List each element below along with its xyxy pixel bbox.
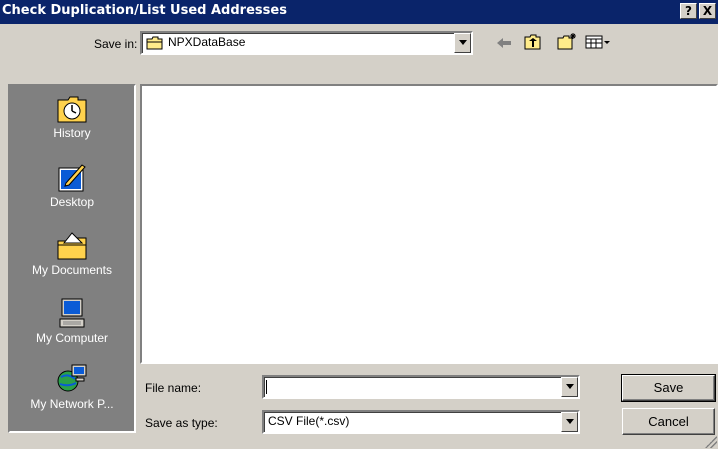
my-computer-icon xyxy=(56,297,88,329)
save-dialog: Check Duplication/List Used Addresses ? … xyxy=(0,0,718,449)
file-list[interactable] xyxy=(140,84,718,364)
save-in-dropdown-arrow[interactable] xyxy=(454,33,471,53)
place-label-history: History xyxy=(53,126,91,140)
back-arrow-icon[interactable] xyxy=(495,36,513,53)
places-bar: History Desktop My Documents My Computer… xyxy=(8,84,136,433)
save-in-value: NPXDataBase xyxy=(168,35,246,49)
title-bar[interactable]: Check Duplication/List Used Addresses ? … xyxy=(0,0,718,24)
place-history[interactable]: History xyxy=(10,92,134,140)
desktop-icon xyxy=(56,161,88,193)
file-name-label: File name: xyxy=(145,381,202,395)
cancel-button[interactable]: Cancel xyxy=(622,408,715,435)
place-label-desktop: Desktop xyxy=(49,195,95,209)
history-icon xyxy=(56,92,88,124)
place-desktop[interactable]: Desktop xyxy=(10,161,134,209)
view-menu-icon[interactable] xyxy=(585,35,611,52)
save-as-type-dropdown-arrow[interactable] xyxy=(561,412,578,432)
my-network-places-icon xyxy=(56,363,88,395)
place-my-network-places[interactable]: My Network P... xyxy=(10,363,134,411)
new-folder-icon[interactable] xyxy=(557,32,577,53)
save-as-type-label: Save as type: xyxy=(145,416,218,430)
up-folder-icon[interactable] xyxy=(524,34,542,53)
save-as-type-dropdown[interactable]: CSV File(*.csv) xyxy=(262,410,580,434)
file-name-input[interactable] xyxy=(262,375,580,399)
file-name-dropdown-arrow[interactable] xyxy=(561,377,578,397)
help-button[interactable]: ? xyxy=(680,3,697,19)
save-in-dropdown[interactable]: NPXDataBase xyxy=(140,31,473,55)
save-button[interactable]: Save xyxy=(621,374,716,402)
place-my-documents[interactable]: My Documents xyxy=(10,229,134,277)
save-as-type-value: CSV File(*.csv) xyxy=(268,414,350,428)
text-caret xyxy=(266,380,267,394)
place-label-my-network-places: My Network P... xyxy=(30,397,114,411)
save-in-label: Save in: xyxy=(94,37,138,51)
resize-grip[interactable] xyxy=(705,436,717,448)
close-button[interactable]: X xyxy=(699,3,716,19)
my-documents-icon xyxy=(56,229,88,261)
window-title: Check Duplication/List Used Addresses xyxy=(2,3,287,18)
place-label-my-computer: My Computer xyxy=(35,331,109,345)
place-label-my-documents: My Documents xyxy=(31,263,113,277)
place-my-computer[interactable]: My Computer xyxy=(10,297,134,345)
folder-icon xyxy=(146,36,164,53)
